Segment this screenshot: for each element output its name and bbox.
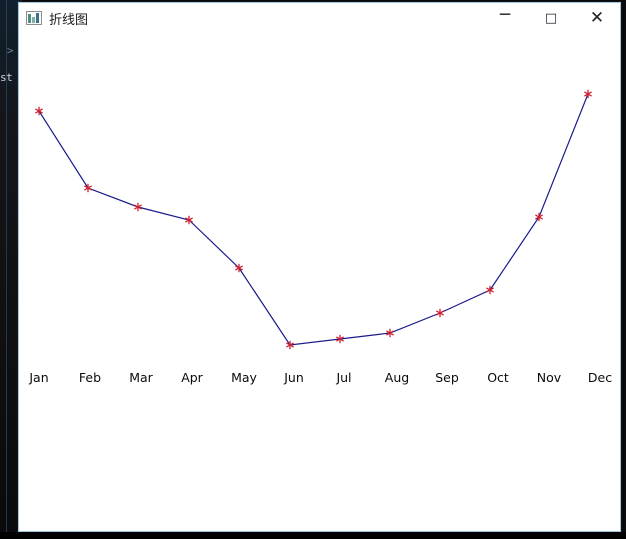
x-axis-tick-label: Aug <box>385 370 409 385</box>
x-axis-tick-label: Mar <box>129 370 153 385</box>
chart-marker-group <box>35 89 592 350</box>
minimize-button[interactable]: ─ <box>482 3 528 33</box>
x-axis-tick-label: Apr <box>181 370 203 385</box>
x-axis-tick-label: Sep <box>435 370 459 385</box>
chart-marker <box>134 202 142 212</box>
x-axis-tick-label: Jun <box>283 370 304 385</box>
terminal-text-fragment: st <box>0 71 13 84</box>
x-axis-tick-label: Nov <box>537 370 562 385</box>
title-bar-left-group: 折线图 <box>19 9 88 28</box>
x-axis-tick-label: Feb <box>79 370 101 385</box>
close-icon: ✕ <box>589 7 605 28</box>
x-axis-tick-label: Jul <box>335 370 351 385</box>
chart-window-icon <box>26 11 42 25</box>
chart-marker <box>584 89 592 99</box>
chart-marker <box>436 308 444 318</box>
chart-client-area: Jan Feb Mar Apr May Jun Jul Aug Sep Oct Nov Dec <box>19 33 620 531</box>
maximize-icon: □ <box>544 10 558 26</box>
line-chart: Jan Feb Mar Apr May Jun Jul Aug Sep Oct Nov Dec <box>28 89 612 385</box>
close-button[interactable]: ✕ <box>574 3 620 33</box>
chart-data-line <box>38 93 589 346</box>
x-axis-tick-label: Dec <box>588 370 612 385</box>
window-controls-group: ─ □ ✕ <box>482 3 620 33</box>
x-axis-tick-labels: Jan Feb Mar Apr May Jun Jul Aug Sep Oct Nov Dec <box>28 370 612 385</box>
x-axis-tick-label: Oct <box>487 370 509 385</box>
line-chart-window[interactable]: 折线图 ─ □ ✕ Jan Feb Mar Apr May Jun Jul Aug Sep Oct… <box>18 2 621 532</box>
desktop-background: > st 折线图 ─ □ ✕ Jan Feb Mar Apr May Jun J… <box>0 0 626 539</box>
terminal-prompt-glyph: > <box>7 44 14 57</box>
x-axis-tick-label: May <box>231 370 257 385</box>
maximize-button[interactable]: □ <box>528 3 574 33</box>
minimize-icon: ─ <box>499 4 511 25</box>
window-title-bar[interactable]: 折线图 ─ □ ✕ <box>19 3 620 33</box>
desktop-bottom-strip <box>0 532 626 539</box>
x-axis-tick-label: Jan <box>28 370 48 385</box>
window-title-text: 折线图 <box>49 12 89 28</box>
